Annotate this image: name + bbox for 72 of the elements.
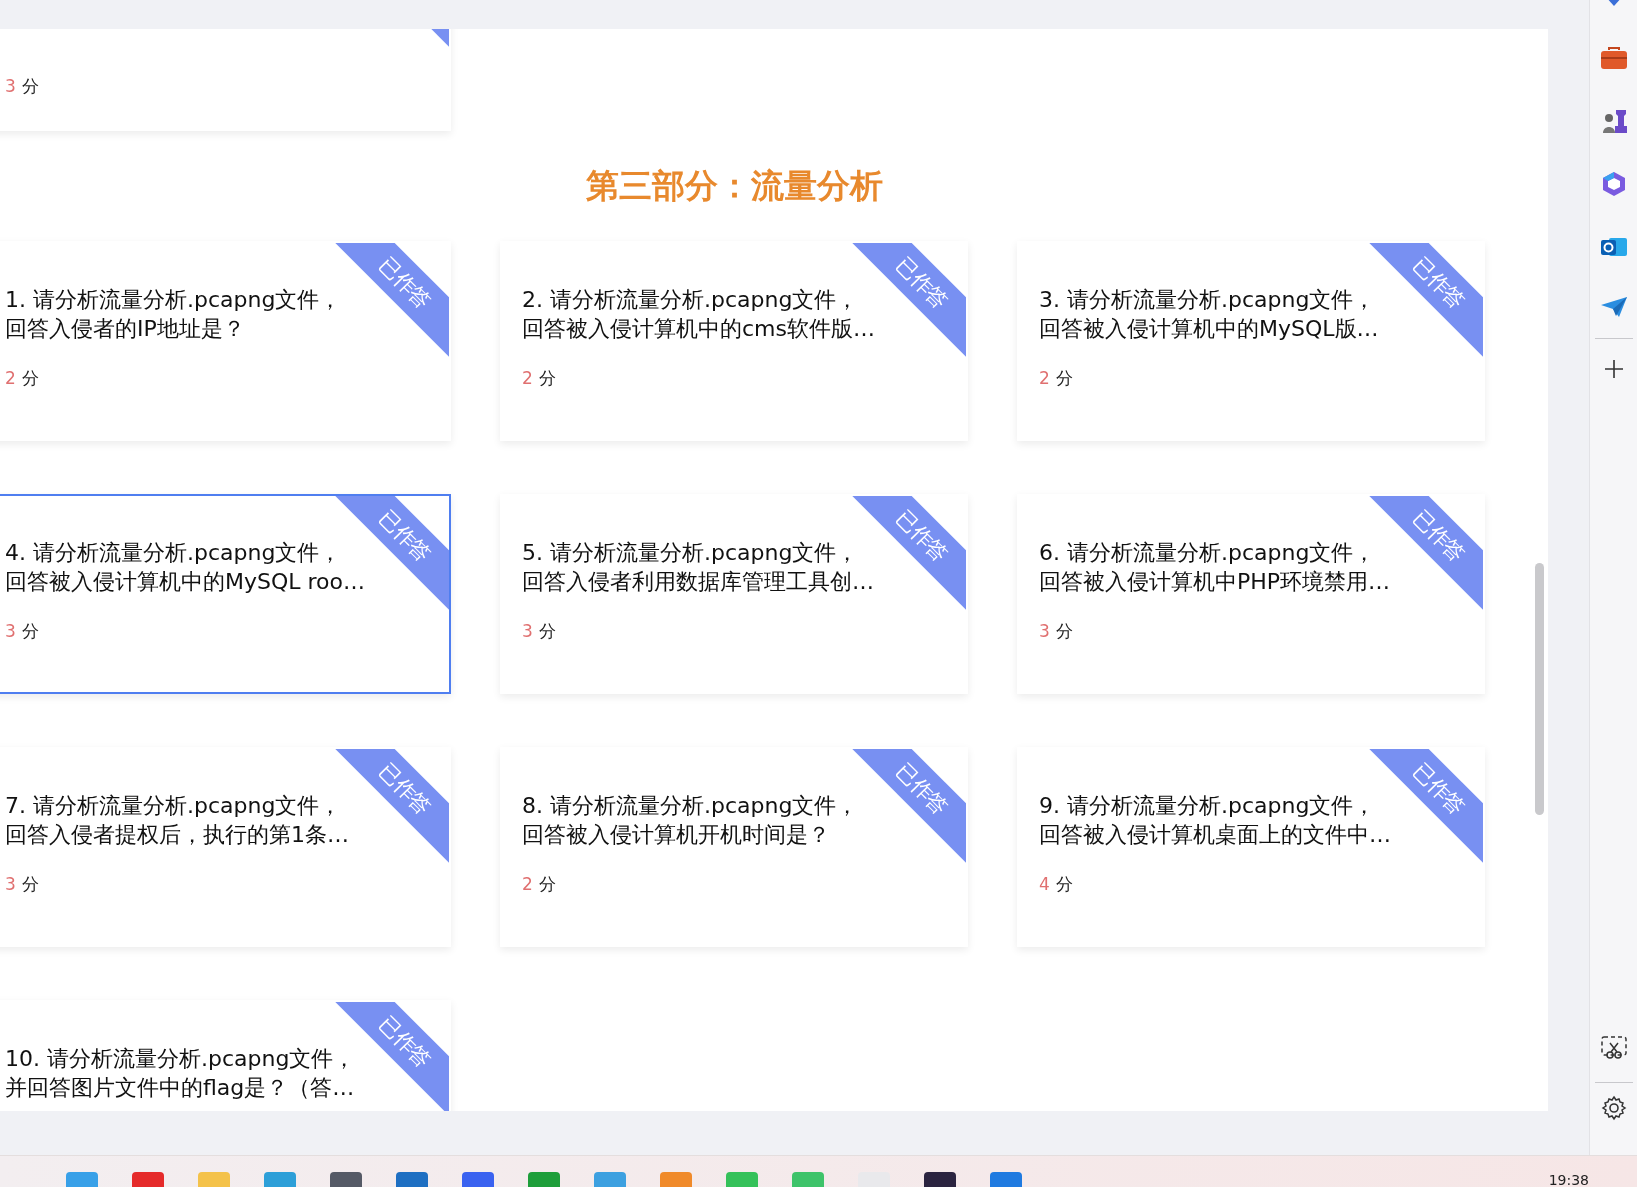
app-icon[interactable]	[792, 1172, 824, 1187]
app-icon[interactable]	[198, 1172, 230, 1187]
app-icon[interactable]	[726, 1172, 758, 1187]
screenshot-icon[interactable]	[1600, 1036, 1627, 1060]
question-title-line: 4. 请分析流量分析.pcapng文件，	[5, 539, 342, 567]
question-title-line: 回答入侵者提权后，执行的第1条…	[5, 821, 349, 849]
question-title-line: 5. 请分析流量分析.pcapng文件，	[522, 539, 859, 567]
score-value: 3	[5, 873, 16, 895]
question-card[interactable]: 6. 请分析流量分析.pcapng文件， 回答被入侵计算机中PHP环境禁用… 3 分 已作答	[1017, 494, 1485, 694]
question-title-line: 回答被入侵计算机开机时间是？	[522, 821, 830, 849]
question-card[interactable]: 1. 请分析流量分析.pcapng文件， 回答入侵者的IP地址是？ 2 分 已作答	[0, 241, 451, 441]
score-unit: 分	[21, 620, 39, 642]
score-unit: 分	[1055, 620, 1073, 642]
score-unit: 分	[1055, 367, 1073, 389]
question-card[interactable]: 5. 请分析流量分析.pcapng文件， 回答入侵者利用数据库管理工具创… 3 分 已作答	[500, 494, 968, 694]
question-card[interactable]: 10. 请分析流量分析.pcapng文件， 并回答图片文件中的flag是？（答… 已作答	[0, 1000, 451, 1111]
question-card[interactable]: 7. 请分析流量分析.pcapng文件， 回答入侵者提权后，执行的第1条… 3 分 已作答	[0, 747, 451, 947]
app-icon[interactable]	[594, 1172, 626, 1187]
app-icon[interactable]	[66, 1172, 98, 1187]
score-unit: 分	[538, 367, 556, 389]
question-title-line: 回答被入侵计算机中的cms软件版…	[522, 315, 875, 343]
question-title-line: 6. 请分析流量分析.pcapng文件，	[1039, 539, 1376, 567]
question-title-line: 回答被入侵计算机中PHP环境禁用…	[1039, 568, 1391, 596]
score-unit: 分	[21, 75, 39, 97]
score-value: 2	[522, 367, 533, 389]
section-heading: 第三部分：流量分析	[585, 164, 883, 207]
score-value: 3	[522, 620, 533, 642]
app-icon[interactable]	[330, 1172, 362, 1187]
question-title-line: 10. 请分析流量分析.pcapng文件，	[5, 1045, 356, 1073]
score-value: 3	[5, 620, 16, 642]
score-value: 2	[1039, 367, 1050, 389]
plus-icon[interactable]	[1603, 359, 1624, 379]
score-value: 2	[5, 367, 16, 389]
question-card[interactable]: 4. 请分析流量分析.pcapng文件， 回答被入侵计算机中的MySQL roo… 3 分 已作答	[0, 494, 451, 694]
score-value: 4	[1039, 873, 1050, 895]
app-icon[interactable]	[264, 1172, 296, 1187]
question-title-line: 2. 请分析流量分析.pcapng文件，	[522, 286, 859, 314]
app-icon[interactable]	[132, 1172, 164, 1187]
app-icon[interactable]	[528, 1172, 560, 1187]
app-icon[interactable]	[396, 1172, 428, 1187]
question-title-line: 回答被入侵计算机中的MySQL roo…	[5, 568, 365, 596]
clock-time[interactable]: 19:38	[1548, 1172, 1589, 1187]
question-card[interactable]: 9. 请分析流量分析.pcapng文件， 回答被入侵计算机桌面上的文件中… 4 分 已作答	[1017, 747, 1485, 947]
score-unit: 分	[1055, 873, 1073, 895]
toolbox-icon[interactable]	[1599, 46, 1628, 70]
question-card[interactable]: 3 分	[0, 29, 451, 131]
settings-icon[interactable]	[1600, 1095, 1627, 1121]
app-icon[interactable]	[924, 1172, 956, 1187]
question-title-line: 回答入侵者的IP地址是？	[5, 315, 245, 343]
question-title-line: 回答入侵者利用数据库管理工具创…	[522, 568, 874, 596]
question-title-line: 并回答图片文件中的flag是？（答…	[5, 1074, 355, 1102]
app-icon[interactable]	[462, 1172, 494, 1187]
question-title-line: 回答被入侵计算机中的MySQL版…	[1039, 315, 1379, 343]
score-unit: 分	[21, 873, 39, 895]
question-title-line: 3. 请分析流量分析.pcapng文件，	[1039, 286, 1376, 314]
question-card[interactable]: 8. 请分析流量分析.pcapng文件， 回答被入侵计算机开机时间是？ 2 分 已作答	[500, 747, 968, 947]
score-unit: 分	[21, 367, 39, 389]
question-card[interactable]: 2. 请分析流量分析.pcapng文件， 回答被入侵计算机中的cms软件版… 2 分 已作答	[500, 241, 968, 441]
scrollbar-thumb[interactable]	[1534, 563, 1544, 815]
score-unit: 分	[538, 620, 556, 642]
app-icon[interactable]	[990, 1172, 1022, 1187]
question-title-line: 1. 请分析流量分析.pcapng文件，	[5, 286, 342, 314]
app-icon[interactable]	[660, 1172, 692, 1187]
question-title-line: 9. 请分析流量分析.pcapng文件，	[1039, 792, 1376, 820]
score-value: 3	[1039, 620, 1050, 642]
question-card[interactable]: 3. 请分析流量分析.pcapng文件， 回答被入侵计算机中的MySQL版… 2 分 已作答	[1017, 241, 1485, 441]
question-title-line: 回答被入侵计算机桌面上的文件中…	[1039, 821, 1391, 849]
score-unit: 分	[538, 873, 556, 895]
question-title-line: 7. 请分析流量分析.pcapng文件，	[5, 792, 342, 820]
score-value: 3	[5, 75, 16, 97]
score-value: 2	[522, 873, 533, 895]
question-title-line: 8. 请分析流量分析.pcapng文件，	[522, 792, 859, 820]
